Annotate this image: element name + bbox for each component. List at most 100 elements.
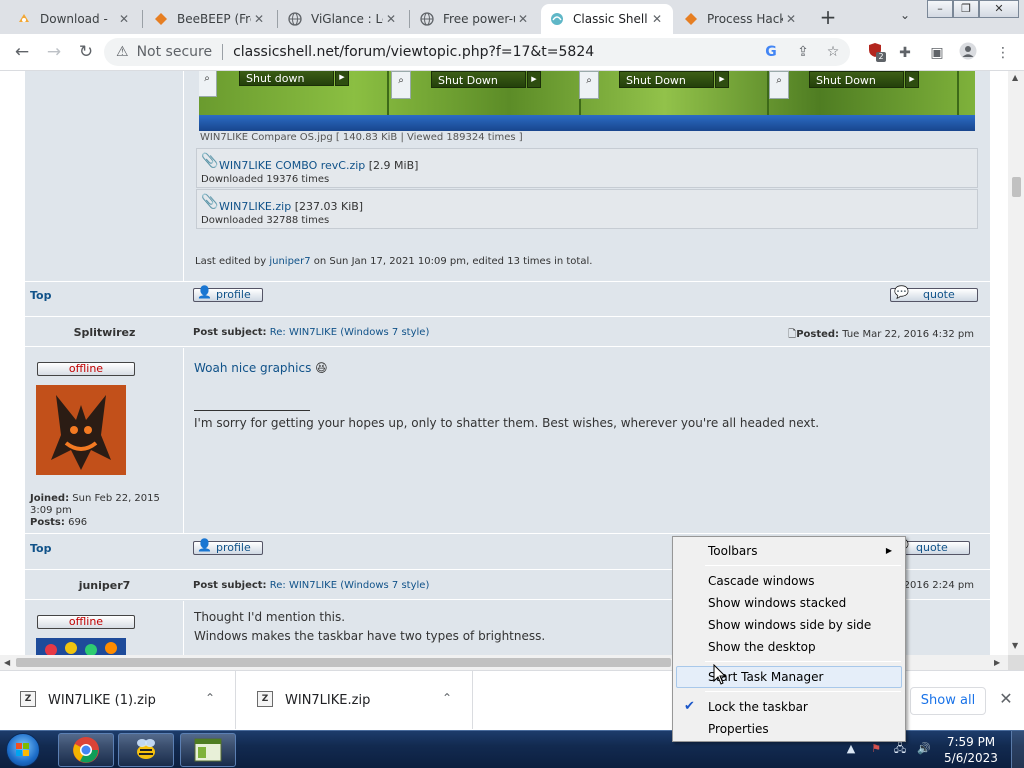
avatar[interactable]: [36, 638, 126, 655]
extensions-puzzle-icon[interactable]: ✚: [894, 42, 916, 64]
window-app-icon: [194, 738, 222, 762]
gear-icon: [16, 11, 32, 27]
post-footer: [25, 281, 990, 311]
tab-strip: Download - ✕ BeeBEEP (Fre ✕ ViGlance : L…: [0, 0, 1024, 34]
profile-avatar-icon[interactable]: [957, 42, 979, 64]
menu-item-cascade-windows[interactable]: Cascade windows: [676, 570, 902, 592]
shell-icon: [549, 11, 565, 27]
attachment-link[interactable]: WIN7LIKE.zip: [219, 200, 291, 213]
tab-classic-shell[interactable]: Classic Shell ✕: [541, 4, 673, 34]
search-icon: ⌕: [579, 71, 599, 99]
side-panel-icon[interactable]: ▣: [926, 42, 948, 64]
start-button[interactable]: [6, 733, 40, 767]
profile-button[interactable]: 👤 profile: [193, 286, 263, 302]
close-icon[interactable]: ✕: [251, 12, 267, 26]
menu-item-show-windows-side-by-side[interactable]: Show windows side by side: [676, 614, 902, 636]
editor-link[interactable]: juniper7: [269, 256, 310, 267]
security-label: Not secure: [136, 44, 213, 60]
close-window-button[interactable]: ✕: [979, 0, 1019, 18]
extension-shield-icon[interactable]: 2: [864, 42, 886, 64]
close-icon[interactable]: ✕: [996, 689, 1016, 709]
post-author[interactable]: juniper7: [25, 579, 184, 592]
show-desktop-button[interactable]: [1011, 731, 1024, 768]
menu-item-start-task-manager[interactable]: Start Task Manager: [676, 666, 902, 688]
tab-process-hacker[interactable]: Process Hack ✕: [675, 4, 807, 34]
post-body: Woah nice graphics 😆: [194, 361, 328, 375]
compare-os-image[interactable]: ⌕ Shut down ▶ ⌕ Shut Down ▶ ⌕ Shut Down ▶ ⌕…: [199, 71, 975, 131]
avatar[interactable]: [36, 385, 126, 475]
laughing-emoji-icon: 😆: [315, 361, 328, 375]
share-icon[interactable]: ⇪: [792, 38, 814, 66]
offline-badge: offline: [37, 362, 135, 376]
system-clock[interactable]: 7:59 PM 5/6/2023: [940, 734, 1002, 766]
bee-icon: [137, 739, 155, 759]
top-link[interactable]: Top: [30, 289, 51, 302]
new-tab-button[interactable]: +: [816, 6, 840, 30]
action-center-icon[interactable]: ⚑: [868, 741, 884, 757]
checkmark-icon: ✔: [684, 699, 695, 714]
url-text[interactable]: classicshell.net/forum/viewtopic.php?f=1…: [233, 44, 594, 60]
close-icon[interactable]: ✕: [649, 12, 665, 26]
attachment-combo: 📎 WIN7LIKE COMBO revC.zip [2.9 MiB] Down…: [196, 148, 978, 188]
globe-icon: [287, 11, 303, 27]
tab-search-icon[interactable]: ⌄: [896, 8, 914, 26]
scroll-thumb[interactable]: [1012, 177, 1021, 197]
maximize-button[interactable]: ❐: [953, 0, 979, 18]
back-button[interactable]: ←: [10, 40, 34, 64]
tab-download[interactable]: Download - ✕: [8, 4, 140, 34]
reload-button[interactable]: ↻: [74, 40, 98, 64]
attachment-link[interactable]: WIN7LIKE COMBO revC.zip: [219, 159, 365, 172]
menu-item-show-the-desktop[interactable]: Show the desktop: [676, 636, 902, 658]
close-icon[interactable]: ✕: [515, 12, 531, 26]
taskbar-beebeep[interactable]: [118, 733, 174, 767]
search-icon: ⌕: [769, 71, 789, 99]
tab-viglance[interactable]: ViGlance : Le ✕: [279, 4, 407, 34]
network-icon[interactable]: 🖧: [892, 741, 908, 757]
poster-posts: Posts: 696: [30, 517, 88, 528]
menu-item-properties[interactable]: Properties: [676, 718, 902, 740]
address-bar[interactable]: ⚠ Not secure classicshell.net/forum/view…: [104, 38, 850, 66]
signature-divider: [194, 410, 310, 411]
google-icon[interactable]: G: [760, 38, 782, 66]
profile-button[interactable]: 👤 profile: [193, 539, 263, 555]
menu-kebab-icon[interactable]: ⋮: [992, 42, 1014, 64]
post-author[interactable]: Splitwirez: [25, 326, 184, 339]
chevron-up-icon[interactable]: ⌃: [205, 691, 215, 705]
menu-item-show-windows-stacked[interactable]: Show windows stacked: [676, 592, 902, 614]
post-body-link[interactable]: Woah nice graphics: [194, 361, 311, 375]
menu-item-lock-the-taskbar[interactable]: ✔ Lock the taskbar: [676, 696, 902, 718]
scroll-thumb[interactable]: [16, 658, 671, 667]
forward-button[interactable]: →: [42, 40, 66, 64]
close-icon[interactable]: ✕: [383, 12, 399, 26]
bookmark-star-icon[interactable]: ☆: [822, 38, 844, 66]
taskbar-chrome[interactable]: [58, 733, 114, 767]
vertical-scrollbar[interactable]: ▲ ▼: [1008, 71, 1024, 655]
scroll-right-icon[interactable]: ▶: [994, 658, 1000, 667]
download-item[interactable]: Z WIN7LIKE (1).zip ⌃: [0, 671, 236, 729]
taskbar-window[interactable]: [180, 733, 236, 767]
tab-beebeep[interactable]: BeeBEEP (Fre ✕: [145, 4, 275, 34]
quote-button[interactable]: 💬quote: [890, 286, 978, 302]
close-icon[interactable]: ✕: [783, 12, 799, 26]
scroll-down-icon[interactable]: ▼: [1012, 641, 1018, 650]
post-body-line: Thought I'd mention this.: [194, 610, 346, 624]
minimize-button[interactable]: –: [927, 0, 953, 18]
volume-icon[interactable]: 🔊: [916, 741, 932, 757]
last-edited-note: Last edited by juniper7 on Sun Jan 17, 2…: [195, 256, 593, 267]
scroll-up-icon[interactable]: ▲: [1012, 73, 1018, 82]
extension-badge: 2: [876, 52, 886, 62]
scroll-left-icon[interactable]: ◀: [4, 658, 10, 667]
top-link[interactable]: Top: [30, 542, 51, 555]
zip-file-icon: Z: [257, 691, 273, 707]
poster-column: [25, 71, 184, 281]
close-icon[interactable]: ✕: [116, 12, 132, 26]
menu-item-toolbars[interactable]: Toolbars ▶: [676, 540, 902, 562]
post-subject: Post subject: Re: WIN7LIKE (Windows 7 st…: [193, 327, 430, 338]
chevron-up-icon[interactable]: ⌃: [442, 691, 452, 705]
tab-free-power[interactable]: Free power-u ✕: [411, 4, 539, 34]
show-hidden-icons[interactable]: ▲: [843, 741, 859, 757]
download-item[interactable]: Z WIN7LIKE.zip ⌃: [237, 671, 473, 729]
post-date: 2016 2:24 pm: [903, 580, 974, 591]
show-all-button[interactable]: Show all: [910, 687, 986, 715]
post-icon: 🗋: [788, 329, 797, 340]
